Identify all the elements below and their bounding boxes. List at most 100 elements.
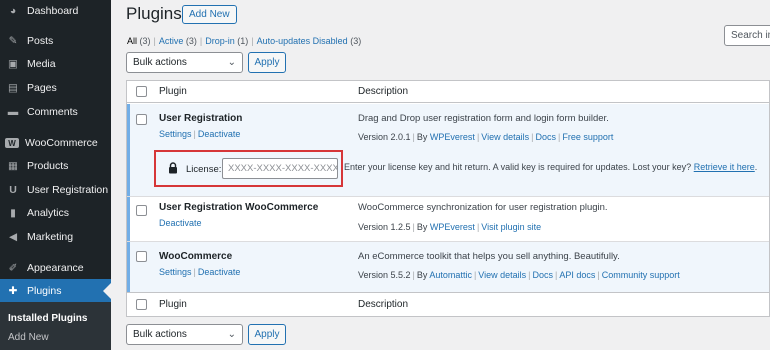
sidebar-item-plugins[interactable]: ✚ Plugins [0,279,111,303]
sidebar-item-label: Plugins [27,285,62,297]
plugin-meta: Version 5.5.2 | By Automattic | View details… [358,270,680,280]
author-link[interactable]: WPEverest [430,222,475,232]
plugin-actions: Settings | Deactivate [159,129,241,139]
sidebar-item-products[interactable]: ▦ Products [0,154,111,178]
deactivate-link[interactable]: Deactivate [198,267,241,277]
free-support-link[interactable]: Free support [562,132,613,142]
admin-sidebar: ◕ Dashboard ✎ Posts ▣ Media ▤ Pages ▬ Co… [0,0,111,350]
sidebar-item-label: Comments [27,106,78,118]
deactivate-link[interactable]: Deactivate [198,129,241,139]
filter-active[interactable]: Active (3) [159,36,197,46]
apply-button[interactable]: Apply [248,52,286,73]
sidebar-item-label: Products [27,160,69,172]
bulk-actions-select[interactable]: Bulk actions ⌄ [126,52,243,73]
sidebar-item-appearance[interactable]: ✐ Appearance [0,256,111,280]
sidebar-item-label: Pages [27,82,57,94]
sidebar-item-pages[interactable]: ▤ Pages [0,76,111,100]
sidebar-item-label: WooCommerce [25,137,98,149]
user-registration-icon: U [9,184,17,196]
table-header: Plugin Description [127,81,769,103]
sidebar-item-marketing[interactable]: ◀ Marketing [0,225,111,249]
submenu-installed-plugins[interactable]: Installed Plugins [8,313,87,324]
plugin-description: Drag and Drop user registration form and… [358,113,609,124]
lock-icon [169,162,177,174]
apply-button-bottom[interactable]: Apply [248,324,286,345]
settings-link[interactable]: Settings [159,267,192,277]
deactivate-link[interactable]: Deactivate [159,218,202,228]
sidebar-item-label: User Registration [27,184,109,196]
select-all-checkbox[interactable] [136,299,147,310]
add-new-button[interactable]: Add New [182,5,237,24]
submenu-add-new[interactable]: Add New [8,332,49,343]
chevron-down-icon: ⌄ [227,329,236,340]
plugins-table: Plugin Description User Registration Set… [126,80,770,317]
plugin-meta: Version 1.2.5 | By WPEverest | Visit plugin … [358,222,542,232]
plugin-description: WooCommerce synchronization for user reg… [358,202,608,213]
docs-link[interactable]: Docs [536,132,557,142]
search-plugins-input[interactable]: Search in [724,25,770,46]
appearance-icon: ✐ [8,262,18,274]
chevron-down-icon: ⌄ [227,57,236,68]
plugin-description: An eCommerce toolkit that helps you sell… [358,251,620,262]
retrieve-key-link[interactable]: Retrieve it here [694,162,755,172]
license-key-input[interactable]: XXXX-XXXX-XXXX-XXXX [222,158,338,179]
sidebar-item-label: Appearance [27,262,84,274]
visit-plugin-site-link[interactable]: Visit plugin site [481,222,541,232]
woocommerce-icon: W [5,138,19,148]
plugin-name: User Registration WooCommerce [159,202,319,213]
table-row: WooCommerce Settings | Deactivate An eComm… [127,242,769,292]
column-description: Description [358,299,409,310]
sidebar-item-label: Posts [27,35,54,47]
community-support-link[interactable]: Community support [602,270,680,280]
api-docs-link[interactable]: API docs [559,270,595,280]
plugin-actions: Deactivate [159,218,202,228]
sidebar-item-label: Dashboard [27,5,79,17]
sidebar-item-label: Media [27,58,56,70]
sidebar-item-media[interactable]: ▣ Media [0,52,111,76]
docs-link[interactable]: Docs [533,270,554,280]
filter-autoupdates-disabled[interactable]: Auto-updates Disabled (3) [257,36,362,46]
license-message: Enter your license key and hit return. A… [344,162,758,172]
dashboard-icon: ◕ [9,5,17,17]
plugins-submenu: Installed Plugins Add New [0,302,111,350]
row-checkbox[interactable] [136,205,147,216]
filter-dropin[interactable]: Drop-in (1) [205,36,248,46]
filter-all[interactable]: All (3) [127,36,151,46]
sidebar-item-posts[interactable]: ✎ Posts [0,29,111,53]
view-details-link[interactable]: View details [481,132,529,142]
table-row: User Registration WooCommerce Deactivate… [127,197,769,241]
row-checkbox[interactable] [136,251,147,262]
author-link[interactable]: Automattic [429,270,472,280]
sidebar-item-label: Marketing [27,231,74,243]
active-plugin-indicator [127,242,130,292]
plugin-meta: Version 2.0.1 | By WPEverest | View details |… [358,132,614,142]
column-plugin: Plugin [159,299,187,310]
plugin-actions: Settings | Deactivate [159,267,241,277]
license-label: License: [186,164,222,175]
current-menu-arrow [103,283,111,299]
table-footer: Plugin Description [127,292,769,316]
sidebar-item-woocommerce[interactable]: W WooCommerce [0,131,111,155]
sidebar-item-analytics[interactable]: ▮ Analytics [0,201,111,225]
row-checkbox[interactable] [136,114,147,125]
sidebar-item-dashboard[interactable]: ◕ Dashboard [0,0,111,23]
plugin-name: User Registration [159,113,243,124]
view-details-link[interactable]: View details [478,270,526,280]
author-link[interactable]: WPEverest [430,132,475,142]
bulk-actions-select-bottom[interactable]: Bulk actions ⌄ [126,324,243,345]
pin-icon: ✎ [8,35,18,47]
license-highlight: License: XXXX-XXXX-XXXX-XXXX [154,150,343,187]
plugins-icon: ✚ [8,285,18,297]
settings-link[interactable]: Settings [159,129,192,139]
marketing-icon: ◀ [8,231,18,243]
active-plugin-indicator [127,197,130,241]
sidebar-item-label: Analytics [27,207,70,219]
media-icon: ▣ [8,58,18,70]
page-title: Plugins [126,4,182,23]
sidebar-item-user-registration[interactable]: U User Registration [0,178,111,202]
select-all-checkbox[interactable] [136,86,147,97]
pages-icon: ▤ [8,82,18,94]
active-plugin-indicator [127,104,130,196]
sidebar-item-comments[interactable]: ▬ Comments [0,100,111,124]
products-icon: ▦ [8,160,18,172]
